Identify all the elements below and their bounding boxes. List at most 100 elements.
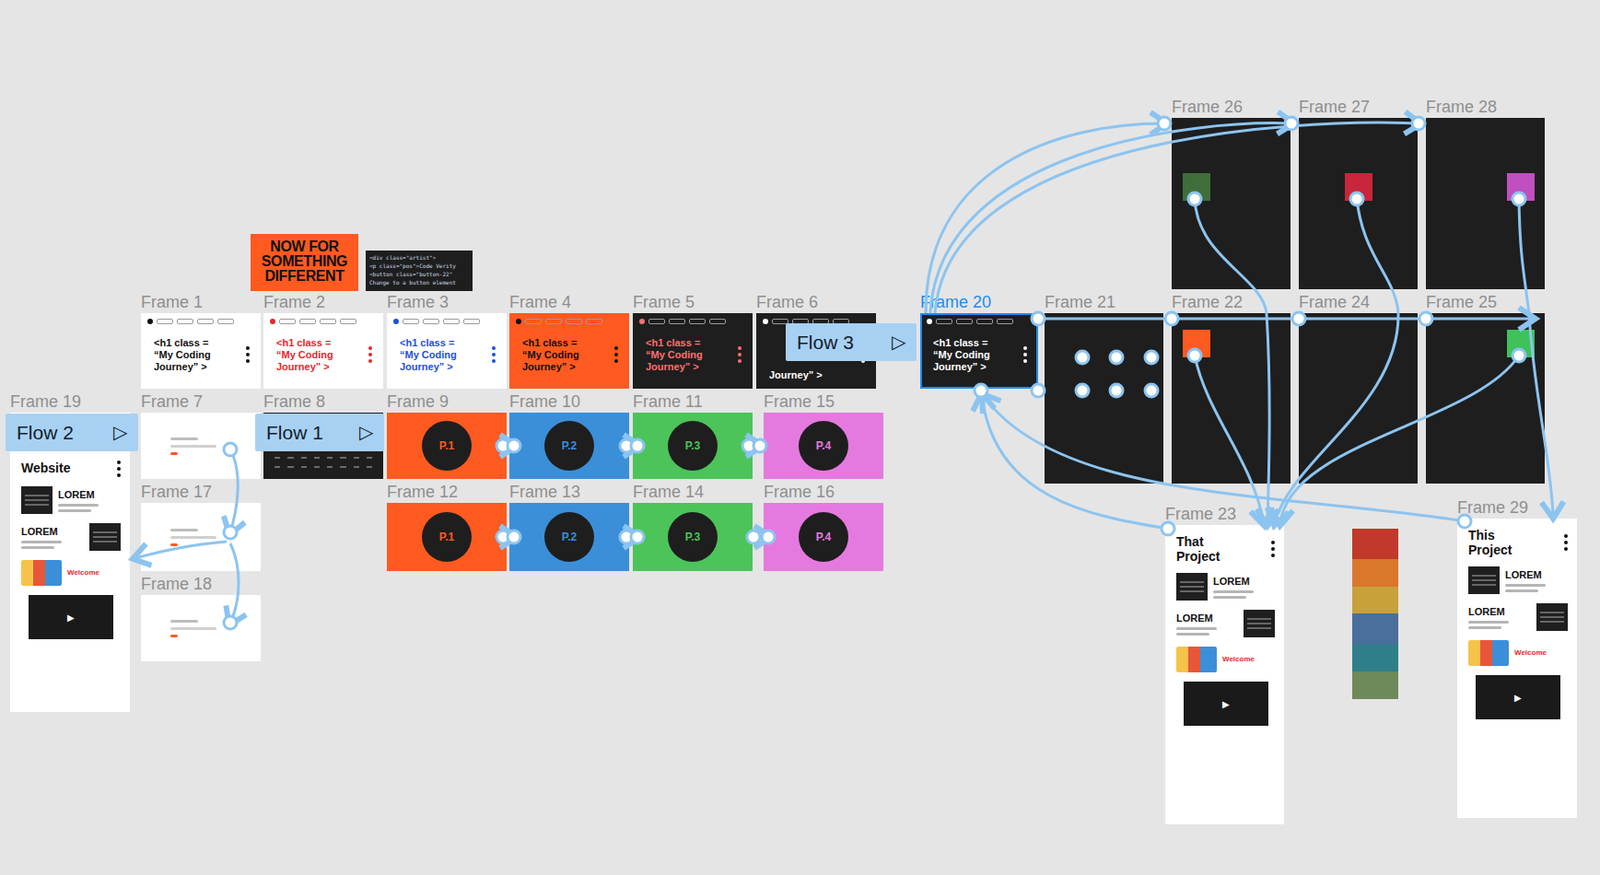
frame-label[interactable]: Frame 14	[632, 482, 753, 502]
frame[interactable]: <h1 class =“My CodingJourney” >	[386, 313, 507, 389]
connection-line[interactable]	[1038, 317, 1533, 321]
frame-node[interactable]: Frame 26	[1171, 97, 1291, 290]
frame-node[interactable]: Frame 21	[1044, 292, 1164, 484]
frame-node[interactable]: Frame 4<h1 class =“My CodingJourney” >	[509, 292, 630, 389]
frame-node[interactable]: Frame 11 P.3	[632, 392, 753, 479]
frame-label[interactable]: Frame 11	[632, 392, 753, 411]
project-circle[interactable]: P.2	[544, 420, 595, 471]
connection-line[interactable]	[934, 122, 1419, 314]
connection-handle[interactable]	[1188, 192, 1202, 206]
frame-label[interactable]: Frame 15	[763, 392, 884, 411]
frame-node[interactable]: Frame 23That ProjectLOREMLOREMWelcome▶	[1165, 504, 1285, 825]
frame-label[interactable]: Frame 13	[509, 482, 630, 502]
frame-label[interactable]: Frame 9	[386, 392, 507, 411]
frame-node[interactable]: Frame 25	[1425, 292, 1545, 484]
frame[interactable]	[140, 412, 261, 479]
frame-node[interactable]: Frame 28	[1425, 97, 1545, 290]
connection-line[interactable]	[135, 541, 227, 559]
connection-line[interactable]	[502, 444, 514, 448]
frame[interactable]	[1171, 117, 1291, 290]
project-circle[interactable]: P.2	[544, 512, 595, 562]
frame[interactable]	[140, 502, 261, 572]
frame[interactable]: WebsiteLOREMLOREMWelcome▶	[10, 412, 130, 713]
play-icon[interactable]: ▶	[1222, 699, 1230, 710]
frame-label[interactable]: Frame 7	[140, 392, 261, 411]
frame-node[interactable]: Frame 16P.4	[763, 482, 884, 572]
frame[interactable]	[1298, 117, 1418, 290]
video-player[interactable]: ▶	[1183, 681, 1269, 726]
connection-line[interactable]	[748, 444, 760, 448]
connection-handle[interactable]	[223, 525, 237, 539]
connection-line[interactable]	[981, 396, 1168, 529]
play-icon[interactable]: ▷	[113, 420, 128, 444]
connection-handle[interactable]	[619, 530, 633, 544]
connection-line[interactable]	[626, 536, 638, 539]
connection-line[interactable]	[1194, 198, 1270, 524]
frame[interactable]: P.4	[763, 412, 884, 479]
connection-handle[interactable]	[1031, 312, 1045, 326]
connection-handle[interactable]	[747, 530, 760, 544]
frame[interactable]: <h1 class =“My CodingJourney” >	[632, 313, 753, 389]
project-circle[interactable]: P.3	[667, 512, 718, 562]
frame[interactable]: <h1 class =“My CodingJourney” >	[140, 313, 261, 389]
frame[interactable]	[1425, 313, 1545, 484]
connection-line[interactable]	[230, 449, 238, 533]
frame-label[interactable]: Frame 29	[1457, 498, 1577, 517]
frame-label[interactable]: Frame 4	[509, 292, 630, 312]
connection-line[interactable]	[230, 543, 239, 623]
frame[interactable]: P.3	[632, 502, 753, 572]
connection-line[interactable]	[502, 536, 514, 539]
frame-node[interactable]: Frame 24	[1298, 292, 1418, 484]
frame-node[interactable]: Frame 10P.2	[509, 392, 630, 479]
connection-handle[interactable]	[223, 616, 237, 630]
color-swatch[interactable]	[1506, 329, 1535, 358]
frame-label[interactable]: Frame 6	[756, 292, 876, 312]
flow-start-label[interactable]: Flow 3 ▷	[785, 323, 917, 362]
project-circle[interactable]: P.4	[798, 420, 849, 471]
frame-label[interactable]: Frame 18	[140, 574, 261, 594]
connection-handle[interactable]	[1165, 312, 1179, 326]
flow-start-label[interactable]: Flow 2▷	[5, 413, 139, 452]
connection-line[interactable]	[1280, 355, 1519, 524]
frame-label[interactable]: Frame 3	[386, 292, 507, 312]
project-circle[interactable]: P.1	[421, 420, 472, 471]
connection-handle[interactable]	[496, 439, 510, 453]
frame[interactable]	[1171, 313, 1291, 484]
project-circle[interactable]: P.3	[667, 420, 718, 471]
play-icon[interactable]: ▷	[891, 330, 906, 354]
poster-card[interactable]: NOW FOR SOMETHING DIFFERENT	[250, 233, 359, 292]
connection-handle[interactable]	[496, 530, 510, 544]
connection-line[interactable]	[983, 396, 1465, 522]
frame-label[interactable]: Frame 26	[1171, 97, 1291, 117]
frame-node[interactable]: Frame 27	[1298, 97, 1418, 290]
play-icon[interactable]: ▷	[359, 420, 374, 444]
connection-handle[interactable]	[507, 439, 521, 453]
connection-handle[interactable]	[742, 439, 756, 453]
frame-label[interactable]: Frame 16	[763, 482, 884, 502]
frame[interactable]: P.2	[509, 502, 630, 572]
flow-name[interactable]: Flow 3	[796, 330, 854, 354]
connection-handle[interactable]	[753, 439, 767, 453]
connection-handle[interactable]	[1144, 350, 1158, 364]
connection-handle[interactable]	[1161, 522, 1175, 536]
frame-label[interactable]: Frame 19	[10, 392, 130, 411]
connection-handle[interactable]	[1075, 350, 1089, 364]
frame-label[interactable]: Frame 12	[386, 482, 507, 502]
connection-handle[interactable]	[630, 439, 644, 453]
frame[interactable]	[1425, 117, 1545, 290]
yarn-photo[interactable]	[1352, 528, 1399, 700]
connection-handle[interactable]	[1512, 192, 1526, 206]
frame-label[interactable]: Frame 5	[632, 292, 753, 312]
connection-handle[interactable]	[507, 530, 521, 544]
frame[interactable]	[1298, 313, 1418, 484]
frame[interactable]	[140, 595, 261, 662]
color-swatch[interactable]	[1182, 173, 1211, 201]
connection-handle[interactable]	[1284, 116, 1298, 130]
color-swatch[interactable]	[1344, 173, 1373, 201]
frame-label[interactable]: Frame 27	[1298, 97, 1418, 117]
frame-label[interactable]: Frame 17	[140, 482, 261, 502]
frame-node[interactable]: Frame 15 P.4	[763, 392, 884, 479]
flow-name[interactable]: Flow 1	[266, 420, 324, 444]
play-icon[interactable]: ▶	[1514, 692, 1522, 703]
frame-label[interactable]: Frame 21	[1044, 292, 1164, 312]
